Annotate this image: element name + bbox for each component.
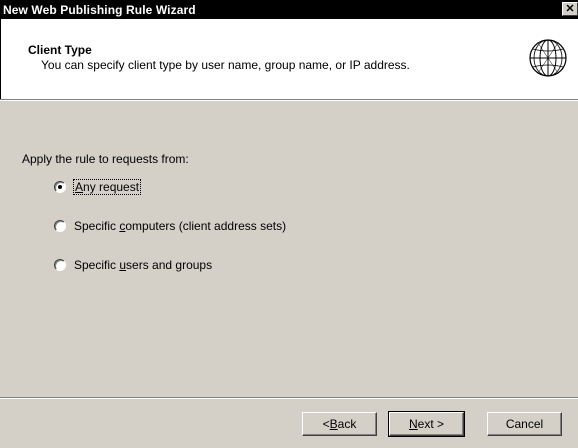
next-button[interactable]: Next > [388, 411, 465, 437]
close-icon: ✕ [565, 2, 575, 15]
window-title: New Web Publishing Rule Wizard [3, 2, 196, 17]
wizard-header: Client Type You can specify client type … [0, 19, 578, 99]
radio-specific-computers[interactable]: Specific computers (client address sets) [54, 219, 286, 233]
radio-any-request[interactable]: Any request [54, 179, 142, 195]
close-button[interactable]: ✕ [562, 2, 578, 16]
back-button[interactable]: < Back [302, 412, 377, 436]
any-request-label: Any request [72, 179, 142, 195]
page-title: Client Type [28, 43, 92, 57]
button-separator-highlight [0, 398, 578, 399]
cancel-button[interactable]: Cancel [487, 412, 562, 436]
page-description: You can specify client type by user name… [41, 58, 410, 72]
specific-computers-label: Specific computers (client address sets) [74, 219, 287, 233]
title-bar: New Web Publishing Rule Wizard ✕ [0, 0, 578, 19]
radio-button-checked[interactable] [54, 181, 66, 193]
globe-icon [529, 39, 567, 77]
radio-specific-users[interactable]: Specific users and groups [54, 258, 212, 272]
wizard-body: Apply the rule to requests from: Any req… [0, 101, 578, 448]
apply-rule-prompt: Apply the rule to requests from: [22, 152, 189, 166]
specific-users-label: Specific users and groups [74, 258, 213, 272]
radio-button[interactable] [54, 220, 66, 232]
radio-button[interactable] [54, 259, 66, 271]
